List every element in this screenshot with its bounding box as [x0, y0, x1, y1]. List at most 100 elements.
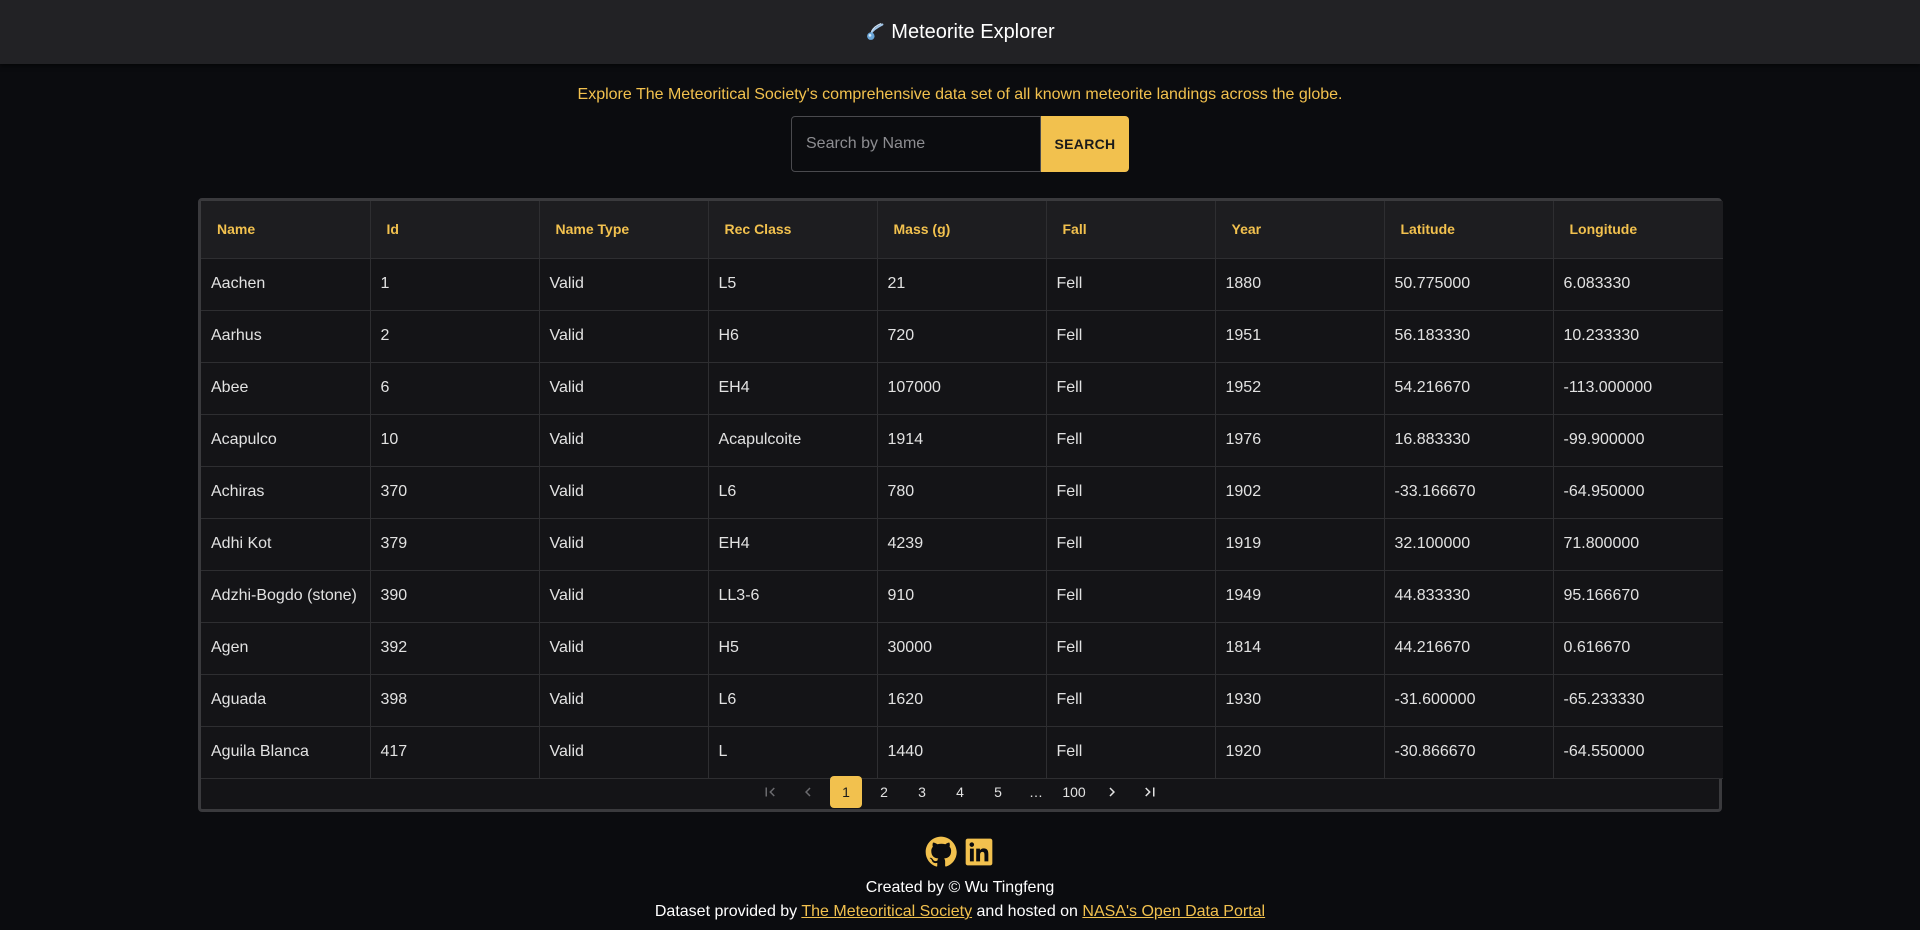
column-header-latitude[interactable]: Latitude — [1384, 201, 1554, 259]
cell-latitude: 54.216670 — [1384, 362, 1554, 415]
table-row[interactable]: Aguada 398 Valid L6 1620 Fell 1930 -31.600000 -6… — [201, 674, 1723, 727]
meteoritical-society-link[interactable]: The Meteoritical Society — [801, 903, 972, 920]
page-button-1[interactable]: 1 — [830, 776, 862, 808]
chevron-right-icon[interactable] — [1096, 776, 1128, 808]
column-header-rec-class[interactable]: Rec Class — [708, 201, 878, 259]
cell-rec-class: LL3-6 — [708, 570, 878, 623]
cell-id: 392 — [370, 622, 540, 675]
cell-rec-class: L5 — [708, 258, 878, 311]
cell-id: 2 — [370, 310, 540, 363]
github-icon[interactable] — [925, 836, 957, 868]
cell-longitude: -64.550000 — [1553, 726, 1723, 779]
cell-longitude: -65.233330 — [1553, 674, 1723, 727]
cell-name-type: Valid — [539, 362, 709, 415]
cell-longitude: 95.166670 — [1553, 570, 1723, 623]
cell-mass: 1440 — [877, 726, 1047, 779]
page-button-2[interactable]: 2 — [868, 776, 900, 808]
tagline: Explore The Meteoritical Society's compr… — [577, 86, 1343, 103]
page-button-100[interactable]: 100 — [1058, 776, 1090, 808]
cell-longitude: 0.616670 — [1553, 622, 1723, 675]
column-header-longitude[interactable]: Longitude — [1553, 201, 1723, 259]
cell-longitude: -99.900000 — [1553, 414, 1723, 467]
nasa-open-data-link[interactable]: NASA's Open Data Portal — [1082, 903, 1265, 920]
cell-latitude: -33.166670 — [1384, 466, 1554, 519]
cell-fall: Fell — [1046, 726, 1216, 779]
brand: Meteorite Explorer — [865, 21, 1055, 44]
page-button-3[interactable]: 3 — [906, 776, 938, 808]
meteorite-table: Name Id Name Type Rec Class Mass (g) Fal… — [201, 201, 1723, 779]
dataset-attribution: Dataset provided by The Meteoritical Soc… — [0, 902, 1920, 922]
cell-name: Aachen — [201, 258, 371, 311]
column-header-mass[interactable]: Mass (g) — [877, 201, 1047, 259]
cell-id: 398 — [370, 674, 540, 727]
column-header-fall[interactable]: Fall — [1046, 201, 1216, 259]
first-page-icon[interactable] — [754, 776, 786, 808]
table-header-row: Name Id Name Type Rec Class Mass (g) Fal… — [201, 201, 1723, 259]
cell-longitude: 10.233330 — [1553, 310, 1723, 363]
cell-mass: 720 — [877, 310, 1047, 363]
table-row[interactable]: Aachen 1 Valid L5 21 Fell 1880 50.775000 6.08333… — [201, 258, 1723, 311]
cell-name: Achiras — [201, 466, 371, 519]
linkedin-icon[interactable] — [963, 836, 995, 868]
cell-latitude: 32.100000 — [1384, 518, 1554, 571]
column-header-name-type[interactable]: Name Type — [539, 201, 709, 259]
cell-name-type: Valid — [539, 258, 709, 311]
cell-id: 379 — [370, 518, 540, 571]
table-row[interactable]: Adzhi-Bogdo (stone) 390 Valid LL3-6 910 Fell 1… — [201, 570, 1723, 623]
chevron-left-icon[interactable] — [792, 776, 824, 808]
dataset-prefix: Dataset provided by — [654, 903, 798, 920]
cell-rec-class: EH4 — [708, 362, 878, 415]
cell-mass: 910 — [877, 570, 1047, 623]
meteorite-table-container: Name Id Name Type Rec Class Mass (g) Fal… — [198, 198, 1723, 812]
cell-latitude: 50.775000 — [1384, 258, 1554, 311]
cell-name: Acapulco — [201, 414, 371, 467]
cell-longitude: 71.800000 — [1553, 518, 1723, 571]
last-page-icon[interactable] — [1134, 776, 1166, 808]
cell-mass: 21 — [877, 258, 1047, 311]
cell-mass: 30000 — [877, 622, 1047, 675]
cell-name-type: Valid — [539, 310, 709, 363]
cell-longitude: 6.083330 — [1553, 258, 1723, 311]
cell-fall: Fell — [1046, 570, 1216, 623]
cell-longitude: -113.000000 — [1553, 362, 1723, 415]
search-input[interactable] — [791, 116, 1041, 172]
column-header-name[interactable]: Name — [201, 201, 371, 259]
cell-mass: 107000 — [877, 362, 1047, 415]
cell-name: Aarhus — [201, 310, 371, 363]
cell-id: 370 — [370, 466, 540, 519]
cell-name-type: Valid — [539, 674, 709, 727]
pagination: 1 2 3 4 5 … 100 — [201, 775, 1719, 809]
cell-fall: Fell — [1046, 674, 1216, 727]
cell-latitude: 44.833330 — [1384, 570, 1554, 623]
cell-name-type: Valid — [539, 570, 709, 623]
cell-latitude: 16.883330 — [1384, 414, 1554, 467]
top-app-bar: Meteorite Explorer — [0, 0, 1920, 64]
cell-latitude: -30.866670 — [1384, 726, 1554, 779]
cell-fall: Fell — [1046, 466, 1216, 519]
cell-name: Aguada — [201, 674, 371, 727]
cell-year: 1952 — [1215, 362, 1385, 415]
table-row[interactable]: Achiras 370 Valid L6 780 Fell 1902 -33.166670 -6… — [201, 466, 1723, 519]
cell-name: Aguila Blanca — [201, 726, 371, 779]
cell-year: 1930 — [1215, 674, 1385, 727]
cell-fall: Fell — [1046, 310, 1216, 363]
page-button-4[interactable]: 4 — [944, 776, 976, 808]
table-row[interactable]: Abee 6 Valid EH4 107000 Fell 1952 54.216670 -113… — [201, 362, 1723, 415]
table-row[interactable]: Agen 392 Valid H5 30000 Fell 1814 44.216670 0.61… — [201, 622, 1723, 675]
cell-name-type: Valid — [539, 726, 709, 779]
table-row[interactable]: Aarhus 2 Valid H6 720 Fell 1951 56.183330 10.233… — [201, 310, 1723, 363]
column-header-id[interactable]: Id — [370, 201, 540, 259]
table-row[interactable]: Acapulco 10 Valid Acapulcoite 1914 Fell 1976 16… — [201, 414, 1723, 467]
cell-fall: Fell — [1046, 414, 1216, 467]
page-button-5[interactable]: 5 — [982, 776, 1014, 808]
table-row[interactable]: Adhi Kot 379 Valid EH4 4239 Fell 1919 32.100000… — [201, 518, 1723, 571]
cell-longitude: -64.950000 — [1553, 466, 1723, 519]
cell-fall: Fell — [1046, 258, 1216, 311]
search-button[interactable]: SEARCH — [1041, 116, 1129, 172]
social-links — [0, 836, 1920, 868]
column-header-year[interactable]: Year — [1215, 201, 1385, 259]
dataset-mid: and hosted on — [976, 903, 1078, 920]
cell-mass: 780 — [877, 466, 1047, 519]
table-row[interactable]: Aguila Blanca 417 Valid L 1440 Fell 1920 -30.86… — [201, 726, 1723, 779]
cell-year: 1814 — [1215, 622, 1385, 675]
